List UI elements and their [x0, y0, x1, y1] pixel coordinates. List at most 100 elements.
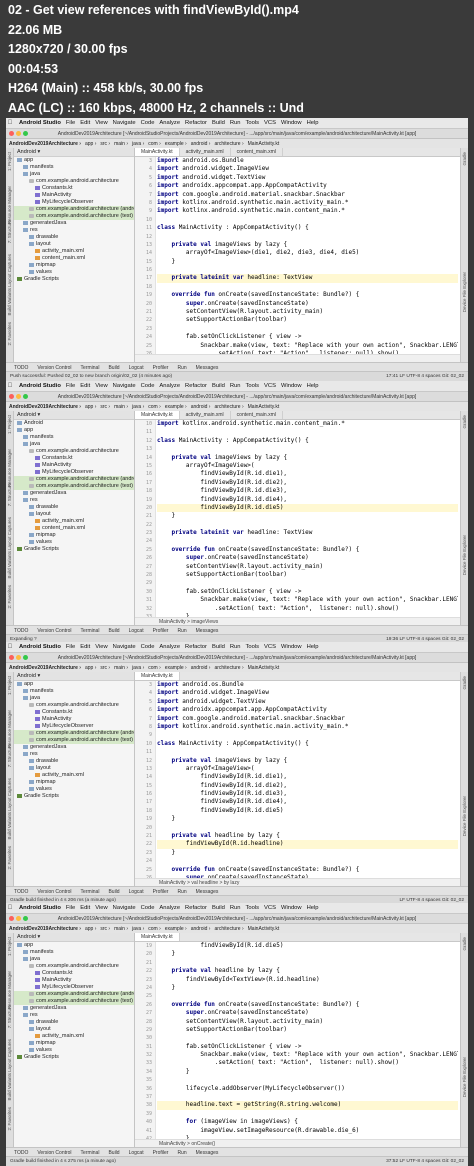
tree-item[interactable]: com.example.android.architecture (test) [14, 998, 134, 1005]
nav-crumb[interactable]: example › [165, 665, 187, 671]
menu-item-file[interactable]: File [66, 644, 75, 650]
editor-tab[interactable]: MainActivity.kt [135, 933, 180, 941]
apple-icon[interactable]:  [6, 905, 14, 911]
bottom-tool-logcat[interactable]: Logcat [129, 889, 144, 895]
left-tool-tab[interactable]: 2: Favorites [7, 846, 12, 870]
app-name-menu[interactable]: Android Studio [19, 120, 61, 126]
tree-item[interactable]: MainActivity [14, 192, 134, 199]
tree-item[interactable]: com.example.android.architecture (test) [14, 483, 134, 490]
left-tool-tab[interactable]: Resource Manager [7, 971, 12, 1009]
apple-icon[interactable]:  [6, 644, 14, 650]
left-tool-tab[interactable]: 2: Favorites [7, 322, 12, 346]
menu-item-build[interactable]: Build [212, 644, 225, 650]
tree-item[interactable]: activity_main.xml [14, 518, 134, 525]
tree-item[interactable]: generatedJava [14, 490, 134, 497]
nav-crumb[interactable]: MainActivity.kt [248, 665, 280, 671]
menu-item-vcs[interactable]: VCS [264, 120, 276, 126]
menu-item-run[interactable]: Run [230, 644, 241, 650]
tree-item[interactable]: MyLifecycleObserver [14, 199, 134, 206]
bottom-tool-run[interactable]: Run [177, 365, 186, 371]
right-tool-tab[interactable]: Device File Explorer [462, 796, 467, 836]
nav-crumb[interactable]: AndroidDev2019Architecture › [9, 141, 81, 147]
menu-item-analyze[interactable]: Analyze [159, 644, 180, 650]
close-button[interactable] [9, 394, 14, 399]
tree-item[interactable]: layout [14, 765, 134, 772]
bottom-tool-logcat[interactable]: Logcat [129, 1150, 144, 1156]
project-panel-header[interactable]: Android ▾ [14, 672, 134, 681]
menu-item-help[interactable]: Help [307, 383, 319, 389]
tree-item[interactable]: com.example.android.architecture (androi… [14, 476, 134, 483]
tree-item[interactable]: res [14, 227, 134, 234]
bottom-tool-version-control[interactable]: Version Control [37, 365, 71, 371]
left-tool-tab[interactable]: 1: Project [7, 676, 12, 695]
tree-item[interactable]: activity_main.xml [14, 1033, 134, 1040]
left-tool-tab[interactable]: Resource Manager [7, 186, 12, 224]
menu-item-navigate[interactable]: Navigate [113, 383, 136, 389]
bottom-tool-todo[interactable]: TODO [14, 365, 28, 371]
menu-item-analyze[interactable]: Analyze [159, 905, 180, 911]
bottom-tool-terminal[interactable]: Terminal [81, 628, 100, 634]
menu-item-window[interactable]: Window [281, 383, 302, 389]
bottom-tool-messages[interactable]: Messages [196, 365, 219, 371]
bottom-tool-build[interactable]: Build [108, 628, 119, 634]
bottom-tool-terminal[interactable]: Terminal [81, 365, 100, 371]
tree-item[interactable]: com.example.android.architecture [14, 178, 134, 185]
bottom-tool-messages[interactable]: Messages [196, 889, 219, 895]
nav-crumb[interactable]: main › [114, 665, 128, 671]
right-tool-tab[interactable]: Device File Explorer [462, 535, 467, 575]
left-tool-tab[interactable]: 7: Structure [7, 220, 12, 243]
tree-item[interactable]: MyLifecycleObserver [14, 984, 134, 991]
menu-item-tools[interactable]: Tools [246, 383, 260, 389]
maximize-button[interactable] [23, 394, 28, 399]
left-tool-tab[interactable]: 7: Structure [7, 1005, 12, 1028]
bottom-tool-todo[interactable]: TODO [14, 628, 28, 634]
minimize-button[interactable] [16, 916, 21, 921]
nav-crumb[interactable]: android › [191, 926, 211, 932]
left-tool-tab[interactable]: Layout Captures [7, 254, 12, 287]
tree-item[interactable]: Gradle Scripts [14, 546, 134, 553]
menu-item-view[interactable]: View [95, 644, 107, 650]
menu-item-code[interactable]: Code [141, 644, 155, 650]
apple-icon[interactable]:  [6, 383, 14, 389]
editor-tab[interactable]: MainActivity.kt [135, 148, 180, 156]
menu-item-tools[interactable]: Tools [246, 120, 260, 126]
project-panel-header[interactable]: Android ▾ [14, 411, 134, 420]
bottom-tool-build[interactable]: Build [108, 1150, 119, 1156]
nav-crumb[interactable]: architecture › [214, 404, 243, 410]
menu-item-refactor[interactable]: Refactor [185, 644, 207, 650]
tree-item[interactable]: MainActivity [14, 462, 134, 469]
tree-item[interactable]: res [14, 751, 134, 758]
right-tool-tab[interactable]: Gradle [462, 152, 467, 166]
tree-item[interactable]: mipmap [14, 262, 134, 269]
code-area[interactable]: import android.os.Bundle import android.w… [157, 157, 458, 354]
left-tool-tab[interactable]: Build Variants [7, 288, 12, 315]
tree-item[interactable]: manifests [14, 688, 134, 695]
tree-item[interactable]: com.example.android.architecture (test) [14, 213, 134, 220]
tree-item[interactable]: java [14, 956, 134, 963]
editor-tab[interactable]: content_main.xml [231, 148, 283, 156]
left-tool-tab[interactable]: Build Variants [7, 1073, 12, 1100]
bottom-tool-build[interactable]: Build [108, 365, 119, 371]
left-tool-tab[interactable]: Build Variants [7, 551, 12, 578]
tree-item[interactable]: com.example.android.architecture (test) [14, 737, 134, 744]
left-tool-tab[interactable]: 2: Favorites [7, 1107, 12, 1131]
editor-tab[interactable]: activity_main.xml [180, 148, 231, 156]
code-area[interactable]: findViewById(R.id.die5) } private val he… [157, 942, 458, 1139]
menu-item-run[interactable]: Run [230, 383, 241, 389]
tree-item[interactable]: content_main.xml [14, 525, 134, 532]
menu-item-code[interactable]: Code [141, 120, 155, 126]
tree-item[interactable]: generatedJava [14, 744, 134, 751]
right-tool-tab[interactable]: Gradle [462, 937, 467, 951]
tree-item[interactable]: java [14, 695, 134, 702]
tree-item[interactable]: drawable [14, 234, 134, 241]
nav-crumb[interactable]: com › [148, 141, 161, 147]
bottom-tool-terminal[interactable]: Terminal [81, 889, 100, 895]
nav-crumb[interactable]: example › [165, 926, 187, 932]
menu-item-vcs[interactable]: VCS [264, 905, 276, 911]
tree-item[interactable]: manifests [14, 434, 134, 441]
tree-item[interactable]: app [14, 427, 134, 434]
bottom-tool-profiler[interactable]: Profiler [153, 1150, 169, 1156]
nav-crumb[interactable]: java › [132, 141, 144, 147]
left-tool-tab[interactable]: Layout Captures [7, 517, 12, 550]
tree-item[interactable]: com.example.android.architecture [14, 448, 134, 455]
